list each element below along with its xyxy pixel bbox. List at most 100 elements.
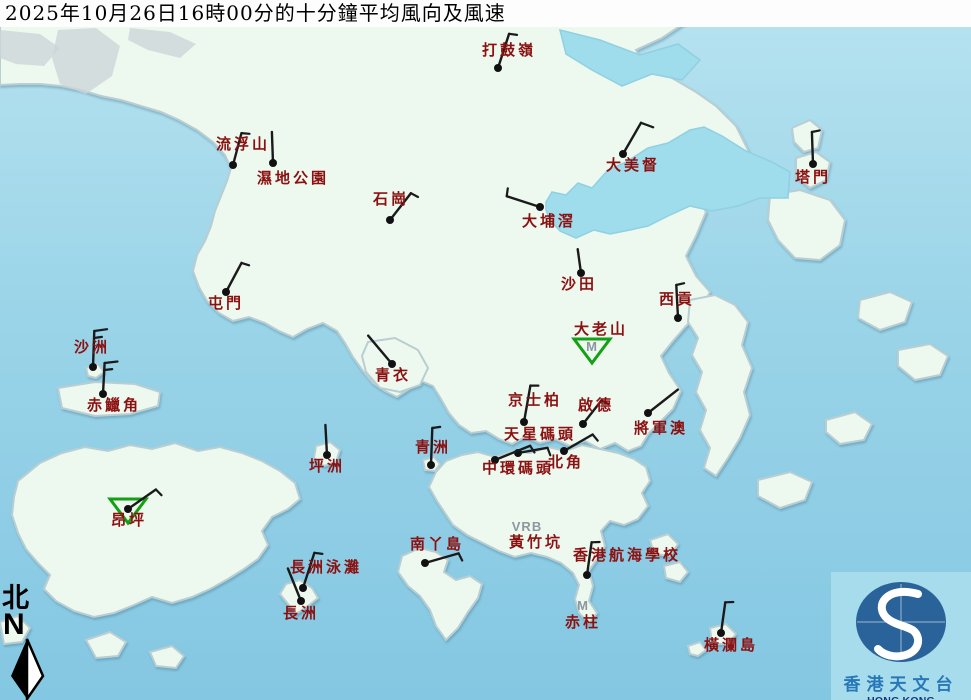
north-arrow-icon [6, 638, 50, 700]
station-dot [421, 559, 429, 567]
station-label: 青衣 [375, 366, 411, 384]
wind-stations-layer: 打鼓嶺流浮山濕地公園石崗大埔滘大美督塔門沙田西貢M大老山屯門沙洲赤鱲角青衣京士柏… [0, 0, 971, 700]
station-dot [229, 161, 237, 169]
station-黃竹坑: VRB黃竹坑 [509, 519, 563, 551]
station-大美督: 大美督 [606, 123, 660, 174]
station-label: 大埔滘 [522, 212, 576, 230]
station-塔門: 塔門 [795, 130, 831, 186]
station-流浮山: 流浮山 [216, 133, 270, 169]
station-dot [644, 409, 652, 417]
station-京士柏: 京士柏 [508, 386, 562, 426]
station-label: 昂坪 [111, 511, 147, 529]
station-南丫島: 南丫島 [410, 535, 464, 567]
station-打鼓嶺: 打鼓嶺 [482, 34, 536, 72]
wind-barb-tick [432, 427, 440, 428]
station-dot [536, 203, 544, 211]
station-dot [427, 461, 435, 469]
station-label: 橫瀾島 [704, 636, 758, 654]
station-label: 流浮山 [216, 135, 270, 153]
station-label: 啟德 [578, 396, 614, 414]
map-title: 2025年10月26日16時00分的十分鐘平均風向及風速 [0, 0, 971, 27]
station-屯門: 屯門 [208, 263, 249, 312]
station-青衣: 青衣 [368, 336, 411, 384]
wind-barb-tick [105, 362, 118, 364]
station-橫瀾島: 橫瀾島 [704, 602, 758, 654]
wind-barb-tick [411, 193, 418, 197]
station-label: 中環碼頭 [482, 459, 554, 477]
wind-barb-shaft [648, 390, 678, 413]
station-dot [494, 64, 502, 72]
station-label: 天星碼頭 [504, 425, 576, 443]
wind-barb-tick [812, 130, 820, 132]
hko-logo-icon [831, 572, 971, 668]
wind-barb-shaft [325, 425, 327, 455]
station-flag-text: VRB [512, 519, 542, 534]
station-label: 大老山 [574, 320, 628, 338]
compass-label-en: N [3, 612, 50, 638]
station-label: 赤鱲角 [87, 396, 141, 414]
station-label: 大美督 [606, 156, 660, 174]
wind-barb-tick [459, 553, 463, 560]
wind-barb-shaft [103, 363, 105, 394]
wind-barb-shaft [425, 553, 459, 563]
north-compass: 北 N [2, 586, 50, 700]
station-label: 京士柏 [508, 391, 562, 409]
station-label: 香港航海學校 [573, 546, 681, 564]
hko-logo: 香港天文台 HONG KONG OBSERVATORY [831, 572, 971, 700]
wind-barb-shaft [272, 132, 273, 163]
station-石崗: 石崗 [372, 190, 418, 224]
wind-barb-shaft [368, 336, 392, 364]
wind-barb-tick [242, 263, 250, 265]
wind-barb-tick [104, 369, 112, 370]
station-赤柱: M赤柱 [565, 598, 601, 631]
wind-barb-tick [94, 329, 107, 331]
station-label: 西貢 [659, 290, 695, 308]
station-坪洲: 坪洲 [309, 425, 345, 475]
wind-barb-tick [641, 123, 653, 128]
station-label: 赤柱 [565, 613, 601, 631]
wind-barb-tick [507, 188, 508, 196]
station-啟德: 啟德 [578, 396, 614, 428]
station-flag-text: M [577, 598, 589, 613]
station-dot [299, 584, 307, 592]
station-沙田: 沙田 [561, 249, 597, 293]
station-長洲: 長洲 [283, 569, 319, 623]
wind-barb-shaft [507, 196, 540, 207]
station-label: 將軍澳 [634, 419, 688, 437]
wind-barb-tick [242, 133, 250, 134]
station-dot [269, 159, 277, 167]
wind-barb-shaft [812, 132, 813, 164]
station-dot [579, 420, 587, 428]
hko-logo-name-cn: 香港天文台 [831, 670, 971, 695]
data-flag-text: M [586, 339, 598, 354]
wind-barb-tick [156, 490, 162, 496]
station-dot [809, 160, 817, 168]
station-label: 坪洲 [309, 457, 345, 475]
station-香港航海學校: 香港航海學校 [573, 542, 681, 579]
station-將軍澳: 將軍澳 [634, 390, 688, 437]
weather-map-screen: 2025年10月26日16時00分的十分鐘平均風向及風速 打鼓嶺流浮山濕地公園石… [0, 0, 971, 700]
wind-barb-shaft [623, 123, 641, 154]
wind-barb-shaft [226, 263, 242, 292]
station-label: 塔門 [795, 168, 831, 186]
wind-barb-tick [593, 435, 598, 441]
station-label: 濕地公園 [257, 169, 329, 187]
station-大老山: M大老山 [574, 320, 628, 363]
station-label: 長洲 [283, 604, 319, 622]
station-label: 沙洲 [74, 338, 110, 356]
station-dot [89, 363, 97, 371]
station-label: 打鼓嶺 [482, 41, 536, 59]
station-label: 石崗 [372, 190, 409, 208]
station-label: 屯門 [208, 294, 244, 312]
wind-barb-tick [676, 283, 684, 285]
station-label: 青洲 [415, 438, 451, 456]
station-中環碼頭: 中環碼頭 [482, 446, 554, 477]
station-長洲泳灘: 長洲泳灘 [290, 553, 362, 592]
station-西貢: 西貢 [659, 283, 695, 322]
station-dot [386, 216, 394, 224]
station-昂坪: 昂坪 [110, 490, 162, 530]
station-label: 沙田 [561, 275, 597, 293]
wind-barb-tick [314, 553, 322, 554]
station-大埔滘: 大埔滘 [507, 188, 576, 230]
station-label: 黃竹坑 [509, 533, 563, 551]
